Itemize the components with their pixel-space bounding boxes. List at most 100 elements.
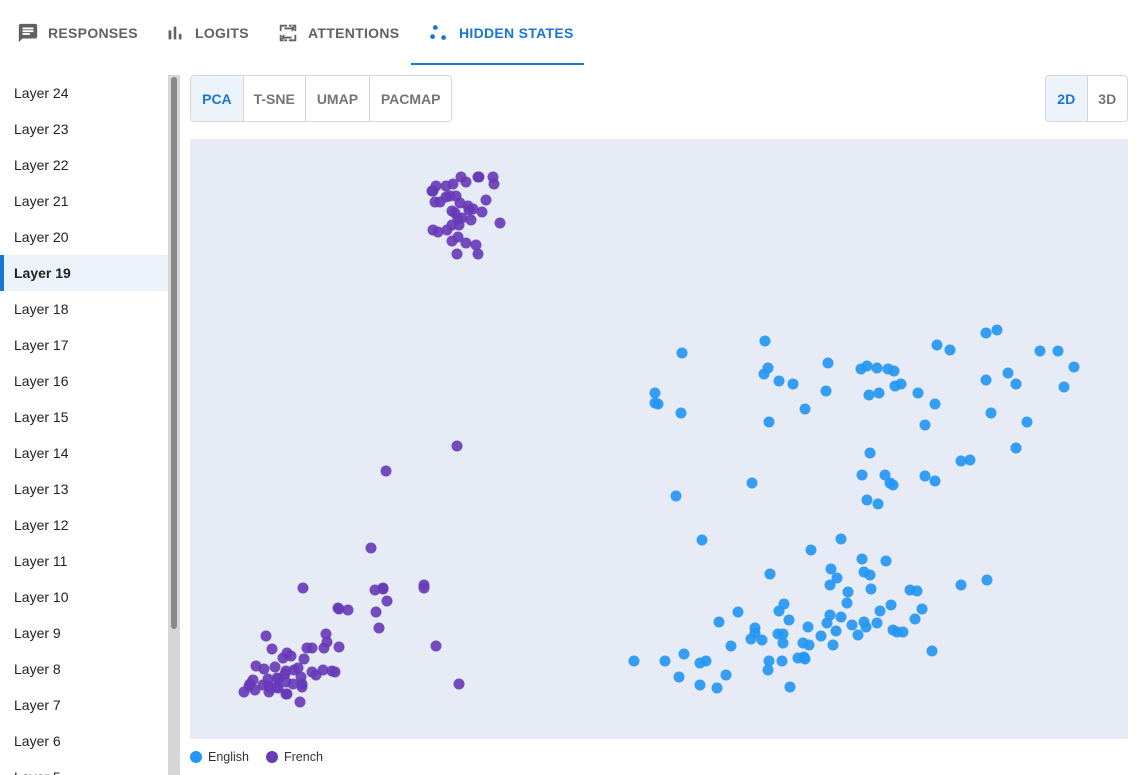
english-point-53[interactable]	[856, 469, 868, 481]
english-point-121[interactable]	[764, 568, 776, 580]
3d-button[interactable]: 3D	[1088, 76, 1128, 121]
english-point-87[interactable]	[871, 617, 883, 629]
english-point-113[interactable]	[824, 609, 836, 621]
english-point-15[interactable]	[820, 385, 832, 397]
english-point-74[interactable]	[798, 651, 810, 663]
english-point-83[interactable]	[835, 611, 847, 623]
french-point-101[interactable]	[453, 678, 465, 690]
tsne-button[interactable]: T-SNE	[244, 76, 306, 121]
english-point-115[interactable]	[885, 599, 897, 611]
english-point-36[interactable]	[1058, 381, 1070, 393]
french-point-7[interactable]	[446, 235, 458, 247]
french-point-50[interactable]	[430, 640, 442, 652]
english-point-114[interactable]	[846, 619, 858, 631]
sidebar-item-layer-7[interactable]: Layer 7	[0, 687, 168, 723]
sidebar-item-layer-23[interactable]: Layer 23	[0, 111, 168, 147]
english-point-108[interactable]	[909, 613, 921, 625]
english-point-78[interactable]	[725, 640, 737, 652]
french-point-85[interactable]	[249, 684, 261, 696]
english-point-42[interactable]	[1010, 442, 1022, 454]
2d-button[interactable]: 2D	[1046, 76, 1088, 121]
english-point-100[interactable]	[713, 616, 725, 628]
english-point-8[interactable]	[675, 407, 687, 419]
french-point-27[interactable]	[476, 206, 488, 218]
english-point-118[interactable]	[802, 621, 814, 633]
sidebar-item-layer-16[interactable]: Layer 16	[0, 363, 168, 399]
french-point-40[interactable]	[451, 440, 463, 452]
english-point-3[interactable]	[746, 477, 758, 489]
english-point-16[interactable]	[873, 387, 885, 399]
french-point-4[interactable]	[453, 219, 465, 231]
english-point-30[interactable]	[863, 389, 875, 401]
french-point-10[interactable]	[472, 248, 484, 260]
scatter-canvas[interactable]	[190, 139, 1128, 739]
sidebar-item-layer-20[interactable]: Layer 20	[0, 219, 168, 255]
english-point-0[interactable]	[696, 534, 708, 546]
english-point-120[interactable]	[749, 627, 761, 639]
sidebar-item-layer-9[interactable]: Layer 9	[0, 615, 168, 651]
french-point-100[interactable]	[279, 668, 291, 680]
english-point-11[interactable]	[649, 397, 661, 409]
french-point-11[interactable]	[480, 194, 492, 206]
english-point-116[interactable]	[860, 621, 872, 633]
french-point-89[interactable]	[281, 688, 293, 700]
french-point-5[interactable]	[465, 214, 477, 226]
english-point-61[interactable]	[841, 597, 853, 609]
french-point-47[interactable]	[365, 542, 377, 554]
english-point-47[interactable]	[981, 574, 993, 586]
sidebar-item-layer-12[interactable]: Layer 12	[0, 507, 168, 543]
english-point-48[interactable]	[964, 454, 976, 466]
english-point-35[interactable]	[1010, 378, 1022, 390]
french-point-38[interactable]	[446, 205, 458, 217]
sidebar-item-layer-5[interactable]: Layer 5	[0, 759, 168, 775]
english-point-2[interactable]	[670, 490, 682, 502]
english-point-52[interactable]	[861, 494, 873, 506]
english-point-77[interactable]	[720, 669, 732, 681]
legend-item-french[interactable]: French	[266, 750, 323, 764]
french-point-31[interactable]	[426, 185, 438, 197]
sidebar-item-layer-24[interactable]: Layer 24	[0, 75, 168, 111]
english-point-94[interactable]	[825, 563, 837, 575]
english-point-22[interactable]	[931, 339, 943, 351]
english-point-107[interactable]	[887, 624, 899, 636]
english-point-105[interactable]	[678, 648, 690, 660]
french-point-57[interactable]	[301, 642, 313, 654]
english-point-10[interactable]	[649, 387, 661, 399]
english-point-103[interactable]	[659, 655, 671, 667]
sidebar-item-layer-6[interactable]: Layer 6	[0, 723, 168, 759]
french-point-63[interactable]	[277, 652, 289, 664]
french-point-37[interactable]	[432, 226, 444, 238]
english-point-33[interactable]	[912, 387, 924, 399]
english-point-75[interactable]	[784, 681, 796, 693]
english-point-111[interactable]	[824, 579, 836, 591]
english-point-45[interactable]	[1021, 416, 1033, 428]
english-point-55[interactable]	[887, 479, 899, 491]
english-point-50[interactable]	[919, 470, 931, 482]
french-point-53[interactable]	[342, 604, 354, 616]
sidebar-item-layer-10[interactable]: Layer 10	[0, 579, 168, 615]
english-point-112[interactable]	[880, 555, 892, 567]
sidebar-item-layer-13[interactable]: Layer 13	[0, 471, 168, 507]
english-point-82[interactable]	[815, 630, 827, 642]
english-point-23[interactable]	[991, 324, 1003, 336]
french-point-92[interactable]	[296, 681, 308, 693]
english-point-14[interactable]	[773, 375, 785, 387]
english-point-63[interactable]	[830, 625, 842, 637]
french-point-95[interactable]	[326, 665, 338, 677]
french-point-69[interactable]	[269, 661, 281, 673]
english-point-54[interactable]	[864, 447, 876, 459]
english-point-20[interactable]	[871, 362, 883, 374]
english-point-5[interactable]	[919, 419, 931, 431]
english-point-88[interactable]	[874, 605, 886, 617]
english-point-27[interactable]	[799, 403, 811, 415]
english-point-117[interactable]	[777, 628, 789, 640]
french-point-46[interactable]	[373, 622, 385, 634]
sidebar-item-layer-14[interactable]: Layer 14	[0, 435, 168, 471]
pacmap-button[interactable]: PACMAP	[370, 76, 451, 121]
english-point-40[interactable]	[1002, 367, 1014, 379]
english-point-81[interactable]	[803, 639, 815, 651]
english-point-73[interactable]	[732, 606, 744, 618]
tab-hidden-states[interactable]: HIDDEN STATES	[411, 0, 584, 66]
english-point-59[interactable]	[856, 553, 868, 565]
pca-button[interactable]: PCA	[191, 76, 244, 121]
